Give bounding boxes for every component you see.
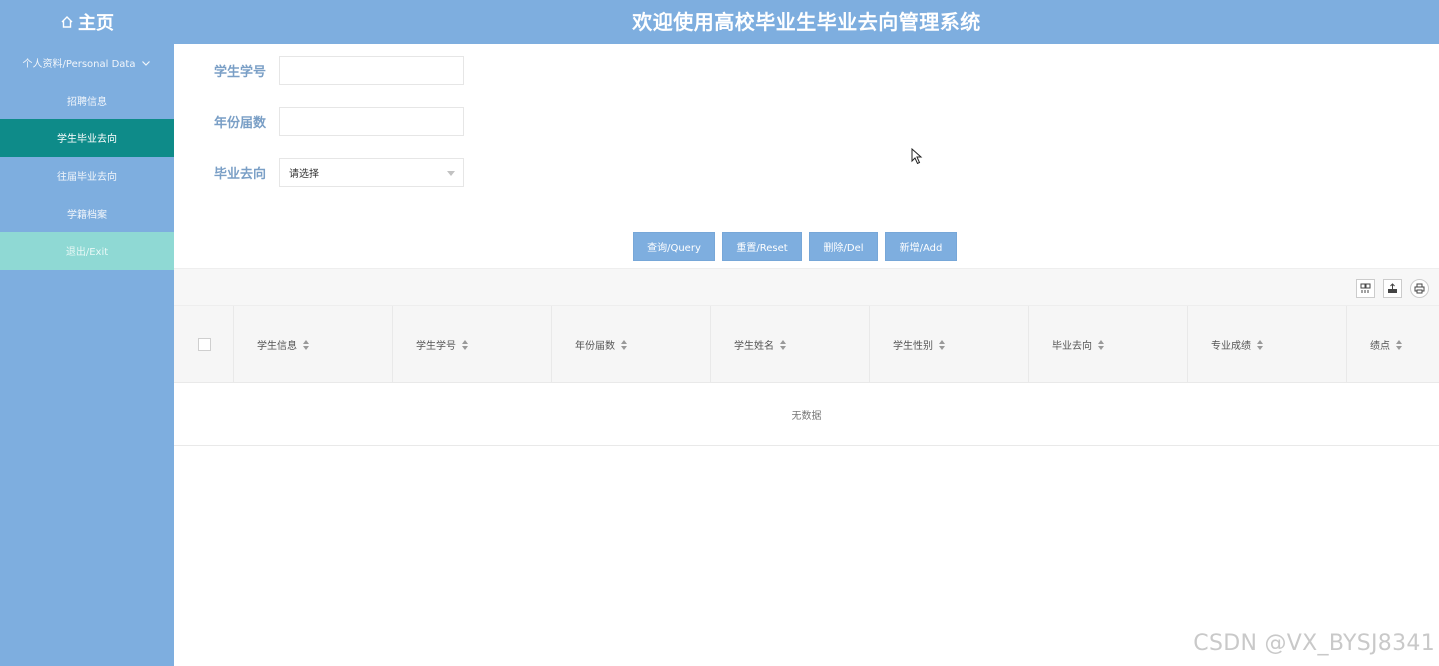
sidebar-item-student-destination[interactable]: 学生毕业去向 (0, 119, 174, 157)
student-id-label: 学生学号 (214, 65, 267, 80)
sidebar-item-label: 个人资料/Personal Data (22, 59, 136, 71)
sidebar-item-label: 招聘信息 (67, 96, 107, 108)
year-label: 年份届数 (214, 116, 267, 131)
delete-button[interactable]: 删除/Del (809, 232, 878, 261)
destination-selected-value: 请选择 (289, 169, 319, 180)
home-link[interactable]: 主页 (0, 0, 174, 44)
sort-icon (939, 339, 945, 350)
column-header[interactable]: 绩点 (1347, 306, 1439, 383)
destination-select[interactable]: 请选择 (279, 158, 464, 187)
sort-icon (780, 339, 786, 350)
table-header: 学生信息 学生学号 年份届数 学生姓名 学生性别 毕业去向 专业成绩 绩点 (174, 306, 1439, 383)
print-icon[interactable] (1410, 279, 1429, 298)
column-header-label: 学生性别 (893, 341, 933, 352)
sidebar-item-label: 退出/Exit (65, 247, 109, 259)
student-id-input[interactable] (279, 56, 464, 85)
table-toolbar (174, 268, 1439, 306)
column-header-label: 专业成绩 (1211, 341, 1251, 352)
query-button[interactable]: 查询/Query (633, 232, 715, 261)
mouse-cursor-icon (911, 148, 923, 165)
column-header-label: 学生学号 (416, 341, 456, 352)
home-label: 主页 (78, 13, 114, 34)
column-header[interactable]: 学生学号 (393, 306, 552, 383)
column-header[interactable]: 学生信息 (234, 306, 393, 383)
action-buttons: 查询/Query 重置/Reset 删除/Del 新增/Add (633, 232, 957, 261)
sidebar-item-exit[interactable]: 退出/Exit (0, 231, 174, 270)
destination-row: 毕业去向 请选择 (214, 158, 464, 187)
empty-table-message: 无数据 (174, 383, 1439, 446)
sidebar: 个人资料/Personal Data 招聘信息 学生毕业去向 往届毕业去向 学籍… (0, 44, 174, 666)
sidebar-item-recruitment[interactable]: 招聘信息 (0, 82, 174, 120)
sort-icon (1098, 339, 1104, 350)
top-bar: 主页 欢迎使用高校毕业生毕业去向管理系统 (0, 0, 1439, 44)
column-header-label: 学生姓名 (734, 341, 774, 352)
caret-down-icon (447, 171, 455, 176)
sidebar-item-personal-data[interactable]: 个人资料/Personal Data (0, 44, 174, 82)
destination-label: 毕业去向 (214, 167, 267, 182)
year-row: 年份届数 (214, 107, 464, 136)
page-title: 欢迎使用高校毕业生毕业去向管理系统 (632, 10, 981, 34)
column-header-label: 年份届数 (575, 341, 615, 352)
sort-icon (303, 339, 309, 350)
column-header-label: 学生信息 (257, 341, 297, 352)
select-all-checkbox[interactable] (198, 338, 211, 351)
sort-icon (621, 339, 627, 350)
columns-icon[interactable] (1356, 279, 1375, 298)
sort-icon (1257, 339, 1263, 350)
watermark: CSDN @VX_BYSJ8341 (1193, 631, 1435, 656)
column-header[interactable]: 学生姓名 (711, 306, 870, 383)
sidebar-item-label: 学籍档案 (67, 209, 107, 221)
column-header[interactable]: 学生性别 (870, 306, 1029, 383)
sidebar-item-student-records[interactable]: 学籍档案 (0, 194, 174, 232)
sidebar-item-past-destination[interactable]: 往届毕业去向 (0, 157, 174, 195)
column-header-label: 毕业去向 (1052, 341, 1092, 352)
column-header-label: 绩点 (1370, 341, 1390, 352)
chevron-down-icon (142, 60, 151, 66)
sidebar-item-label: 学生毕业去向 (57, 134, 117, 146)
column-header[interactable]: 专业成绩 (1188, 306, 1347, 383)
student-id-row: 学生学号 (214, 56, 464, 85)
column-header[interactable]: 年份届数 (552, 306, 711, 383)
reset-button[interactable]: 重置/Reset (722, 232, 802, 261)
select-all-cell (174, 306, 234, 383)
year-input[interactable] (279, 107, 464, 136)
sidebar-item-label: 往届毕业去向 (57, 172, 117, 184)
main-content: 学生学号 年份届数 毕业去向 请选择 查询/Query 重置/Reset 删除/… (174, 44, 1439, 666)
sort-icon (1396, 339, 1402, 350)
sort-icon (462, 339, 468, 350)
home-icon (61, 16, 73, 28)
add-button[interactable]: 新增/Add (885, 232, 957, 261)
export-icon[interactable] (1383, 279, 1402, 298)
column-header[interactable]: 毕业去向 (1029, 306, 1188, 383)
